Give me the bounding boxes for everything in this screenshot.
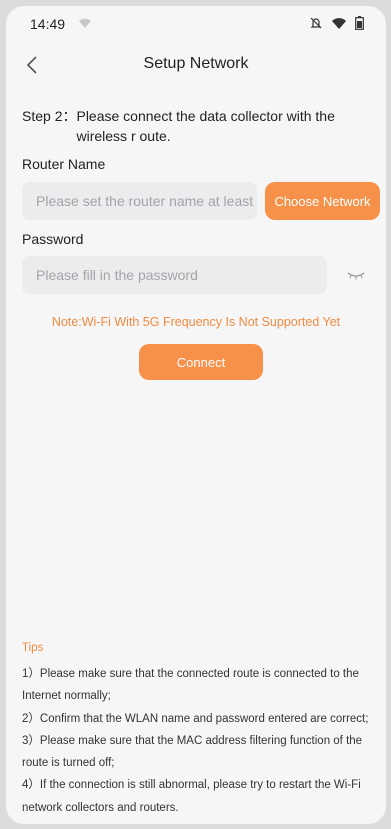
- router-name-placeholder: Please set the router name at least: [36, 193, 254, 209]
- tip-item: 1）Please make sure that the connected ro…: [22, 668, 359, 703]
- mute-icon: [310, 17, 322, 29]
- tip-item: 4）If the connection is still abnormal, p…: [22, 779, 361, 814]
- password-input[interactable]: Please fill in the password: [22, 256, 327, 294]
- step-prefix: Step 2：: [22, 108, 77, 124]
- header: Setup Network: [6, 42, 386, 88]
- status-icons: [309, 16, 364, 30]
- page-title: Setup Network: [143, 55, 249, 72]
- status-time: 14:49: [30, 16, 66, 32]
- choose-network-button[interactable]: Choose Network: [265, 182, 380, 220]
- app-screen: 14:49 Setup Network Step 2： Please conne…: [6, 6, 386, 824]
- password-placeholder: Please fill in the password: [36, 267, 198, 283]
- status-bar: 14:49: [6, 6, 386, 42]
- battery-icon: [355, 16, 364, 30]
- signal-icon: [332, 17, 346, 29]
- tips-list: 1）Please make sure that the connected ro…: [22, 663, 374, 819]
- step-instruction: Step 2： Please connect the data collecto…: [22, 106, 372, 146]
- connect-button[interactable]: Connect: [139, 344, 263, 380]
- step-text: Please connect the data collector with t…: [76, 108, 335, 144]
- router-name-input[interactable]: Please set the router name at least: [22, 182, 257, 220]
- tip-item: 2）Confirm that the WLAN name and passwor…: [22, 712, 369, 725]
- tips-title: Tips: [22, 642, 44, 654]
- password-label: Password: [22, 231, 84, 247]
- eye-closed-icon[interactable]: [346, 268, 366, 282]
- router-name-label: Router Name: [22, 156, 106, 172]
- wifi-status-icon: [79, 18, 91, 28]
- note-text: Note:Wi-Fi With 5G Frequency Is Not Supp…: [51, 315, 341, 329]
- tip-item: 3）Please make sure that the MAC address …: [22, 734, 363, 770]
